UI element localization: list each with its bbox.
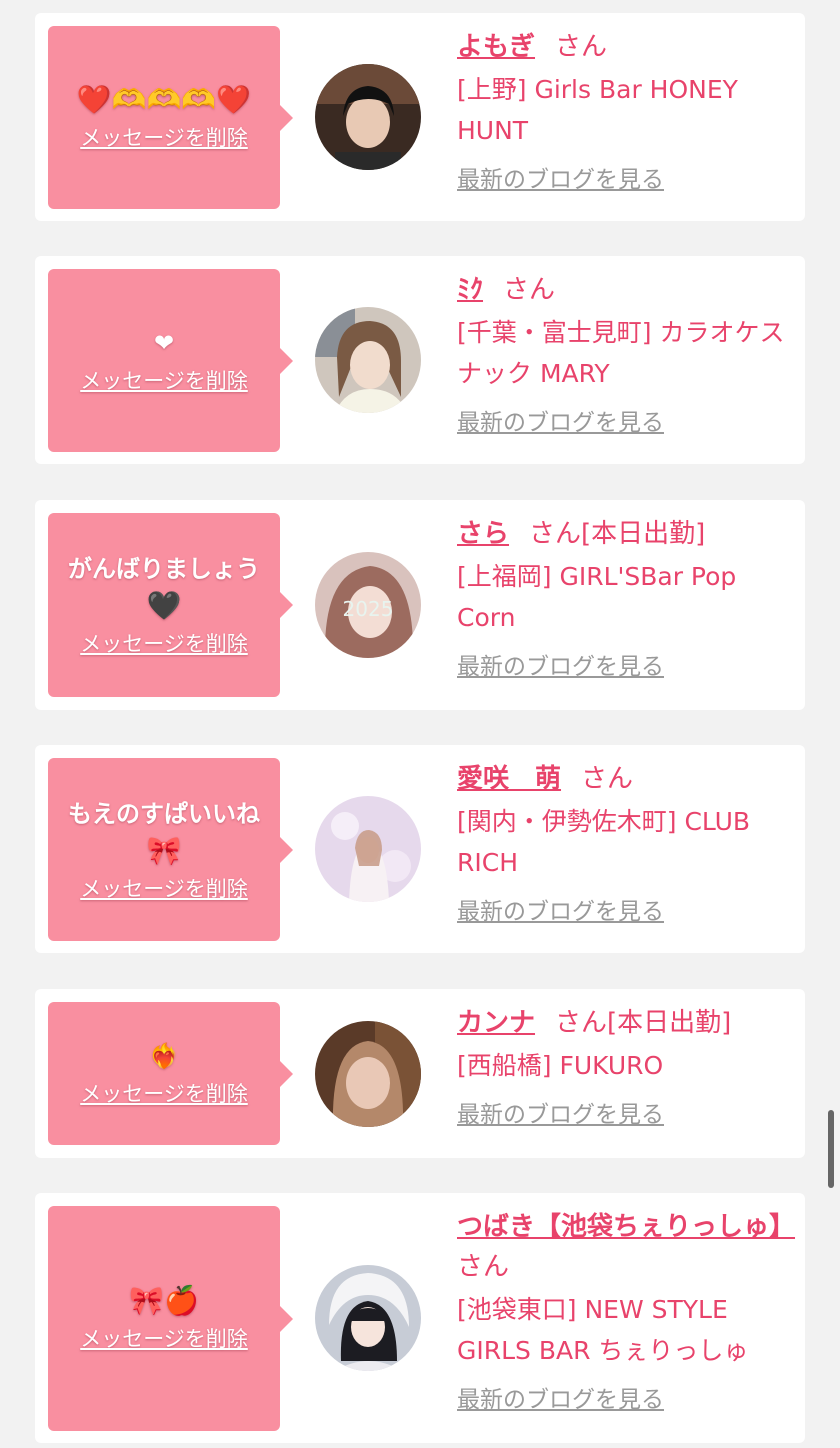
avatar[interactable] — [315, 1021, 421, 1127]
message-card: ❤️🫶🫶🫶❤️ メッセージを削除 よもぎ さん [上野] Girls Bar HO… — [35, 13, 805, 221]
honorific: さん — [503, 275, 556, 305]
delete-message-link[interactable]: メッセージを削除 — [80, 628, 248, 660]
profile-name-link[interactable]: ﾐｸ — [457, 275, 483, 305]
profile-name-link[interactable]: つばき【池袋ちぇりっしゅ】 — [457, 1212, 795, 1242]
avatar[interactable]: 2025 — [315, 552, 421, 658]
message-body: もえのすぱいいね — [68, 799, 260, 828]
profile-name-link[interactable]: よもぎ — [457, 32, 535, 62]
delete-message-link[interactable]: メッセージを削除 — [80, 1078, 248, 1110]
message-text: ❤️‍🔥 — [141, 1038, 187, 1074]
message-emoji: 🎀🍎 — [129, 1283, 199, 1317]
message-body: がんばりましょう — [68, 555, 260, 583]
message-emoji: ❤ — [153, 328, 175, 357]
delete-message-link[interactable]: メッセージを削除 — [80, 122, 248, 154]
profile-name-link[interactable]: 愛咲 萌 — [457, 764, 561, 794]
profile-info: カンナ さん[本日出勤] [西船橋] FUKURO 最新のブログを見る — [457, 1003, 797, 1132]
shop-name: [西船橋] FUKURO — [457, 1051, 664, 1080]
profile-info: つばき【池袋ちぇりっしゅ】さん [池袋東口] NEW STYLE GIRLS B… — [457, 1207, 797, 1417]
avatar[interactable] — [315, 64, 421, 170]
message-emoji: ❤️🫶🫶🫶❤️ — [76, 82, 252, 116]
delete-message-link[interactable]: メッセージを削除 — [80, 873, 248, 905]
name-line: 愛咲 萌さん — [457, 759, 797, 799]
message-emoji: 🖤 — [146, 589, 182, 622]
avatar[interactable] — [315, 796, 421, 902]
latest-blog-link[interactable]: 最新のブログを見る — [457, 650, 664, 684]
honorific: さん — [555, 1008, 608, 1038]
shop-name: [千葉・富士見町] カラオケスナック MARY — [457, 318, 785, 388]
message-text: ❤ — [146, 325, 182, 361]
shop-name: [池袋東口] NEW STYLE GIRLS BAR ちぇりっしゅ — [457, 1295, 749, 1365]
message-card: 🎀🍎 メッセージを削除 つばき【池袋ちぇりっしゅ】さん [池袋東口] NEW S… — [35, 1193, 805, 1443]
delete-message-link[interactable]: メッセージを削除 — [80, 365, 248, 397]
honorific: さん — [555, 32, 608, 62]
message-bubble: 🎀🍎 メッセージを削除 — [48, 1206, 293, 1431]
shop-name: [関内・伊勢佐木町] CLUB RICH — [457, 807, 751, 877]
status-badge: [本日出勤] — [581, 519, 706, 549]
latest-blog-link[interactable]: 最新のブログを見る — [457, 406, 664, 440]
profile-info: よもぎ さん [上野] Girls Bar HONEY HUNT 最新のブログを見… — [457, 27, 797, 197]
latest-blog-link[interactable]: 最新のブログを見る — [457, 1383, 664, 1417]
message-bubble: もえのすぱいいね 🎀 メッセージを削除 — [48, 758, 293, 941]
profile-name-link[interactable]: さら — [457, 519, 509, 549]
message-card: ❤️‍🔥 メッセージを削除 カンナ さん[本日出勤] [西船橋] FUKURO 最… — [35, 989, 805, 1158]
message-text: がんばりましょう 🖤 — [60, 550, 268, 624]
profile-info: ﾐｸ さん [千葉・富士見町] カラオケスナック MARY 最新のブログを見る — [457, 270, 797, 440]
profile-info: さら さん[本日出勤] [上福岡] GIRL'SBar Pop Corn 最新のブ… — [457, 514, 797, 684]
name-line: つばき【池袋ちぇりっしゅ】さん — [457, 1207, 797, 1287]
message-text: ❤️🫶🫶🫶❤️ — [69, 82, 259, 118]
avatar[interactable] — [315, 307, 421, 413]
delete-message-link[interactable]: メッセージを削除 — [80, 1323, 248, 1355]
message-card: ❤ メッセージを削除 ﾐｸ さん [千葉・富士見町] カラオケスナック MARY … — [35, 256, 805, 464]
avatar[interactable] — [315, 1265, 421, 1371]
latest-blog-link[interactable]: 最新のブログを見る — [457, 1098, 664, 1132]
message-text: もえのすぱいいね 🎀 — [60, 795, 268, 869]
profile-name-link[interactable]: カンナ — [457, 1008, 535, 1038]
latest-blog-link[interactable]: 最新のブログを見る — [457, 895, 664, 929]
message-list-page: ❤️🫶🫶🫶❤️ メッセージを削除 よもぎ さん [上野] Girls Bar HO… — [0, 0, 840, 1448]
message-bubble: ❤ メッセージを削除 — [48, 269, 293, 452]
latest-blog-link[interactable]: 最新のブログを見る — [457, 163, 664, 197]
honorific: さん — [529, 519, 582, 549]
profile-info: 愛咲 萌さん [関内・伊勢佐木町] CLUB RICH 最新のブログを見る — [457, 759, 797, 929]
name-line: さら さん[本日出勤] — [457, 514, 797, 554]
honorific: さん — [581, 764, 634, 794]
svg-text:2025: 2025 — [343, 597, 394, 621]
scrollbar[interactable] — [828, 1110, 834, 1188]
name-line: よもぎ さん — [457, 27, 797, 67]
message-emoji: ❤️‍🔥 — [149, 1041, 179, 1070]
status-badge: [本日出勤] — [607, 1008, 732, 1038]
shop-name: [上野] Girls Bar HONEY HUNT — [457, 75, 738, 145]
message-card: もえのすぱいいね 🎀 メッセージを削除 愛咲 萌さん [関内・伊勢佐木町] CL… — [35, 745, 805, 953]
message-text: 🎀🍎 — [121, 1283, 207, 1319]
message-bubble: ❤️🫶🫶🫶❤️ メッセージを削除 — [48, 26, 293, 209]
message-bubble: がんばりましょう 🖤 メッセージを削除 — [48, 513, 293, 697]
message-emoji: 🎀 — [146, 833, 182, 867]
honorific: さん — [457, 1252, 510, 1282]
message-card: がんばりましょう 🖤 メッセージを削除 2025 さら さん[本日出勤] [上福岡… — [35, 500, 805, 710]
message-bubble: ❤️‍🔥 メッセージを削除 — [48, 1002, 293, 1145]
shop-name: [上福岡] GIRL'SBar Pop Corn — [457, 562, 737, 632]
name-line: ﾐｸ さん — [457, 270, 797, 310]
name-line: カンナ さん[本日出勤] — [457, 1003, 797, 1043]
